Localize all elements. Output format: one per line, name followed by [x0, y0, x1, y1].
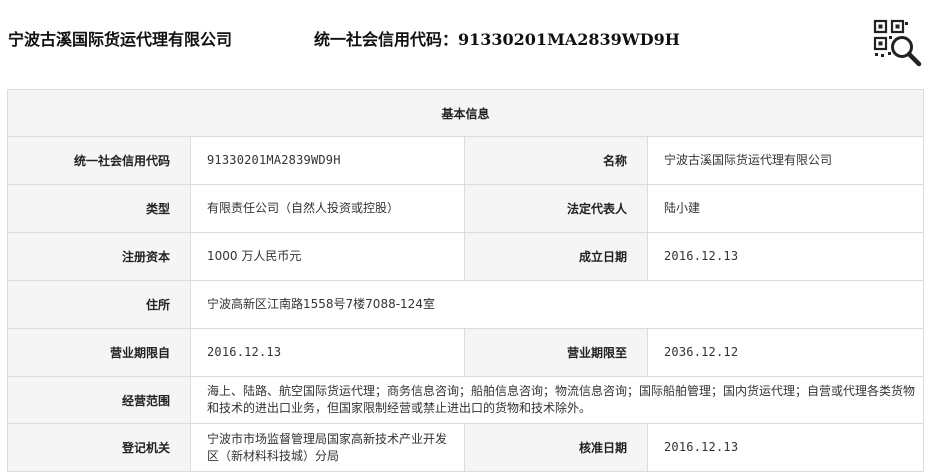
- label-legal-rep: 法定代表人: [464, 184, 648, 233]
- value-name: 宁波古溪国际货运代理有限公司: [646, 136, 925, 185]
- table-title: 基本信息: [6, 89, 925, 137]
- label-term-to: 营业期限至: [464, 328, 648, 377]
- company-name: 宁波古溪国际货运代理有限公司: [8, 30, 233, 49]
- value-established-date: 2016.12.13: [646, 232, 925, 281]
- label-term-from: 营业期限自: [7, 328, 191, 377]
- label-name: 名称: [464, 136, 648, 185]
- value-credit-code: 91330201MA2839WD9H: [190, 136, 465, 185]
- label-business-scope: 经营范围: [7, 376, 191, 424]
- basic-info-table: 基本信息 统一社会信用代码 91330201MA2839WD9H 名称 宁波古溪…: [6, 89, 925, 472]
- value-registration-authority: 宁波市市场监督管理局国家高新技术产业开发区（新材料科技城）分局: [190, 423, 465, 472]
- credit-code-heading: 统一社会信用代码：91330201MA2839WD9H: [314, 30, 680, 49]
- table-row: 类型 有限责任公司（自然人投资或控股） 法定代表人 陆小建: [7, 184, 925, 233]
- label-registered-capital: 注册资本: [7, 232, 191, 281]
- value-type: 有限责任公司（自然人投资或控股）: [190, 184, 465, 233]
- value-address: 宁波高新区江南路1558号7楼7088-124室: [189, 280, 925, 329]
- value-approval-date: 2016.12.13: [646, 423, 925, 472]
- table-row: 营业期限自 2016.12.13 营业期限至 2036.12.12: [7, 328, 925, 377]
- value-legal-rep: 陆小建: [646, 184, 925, 233]
- label-registration-authority: 登记机关: [7, 423, 191, 472]
- value-registered-capital: 1000 万人民币元: [190, 232, 465, 281]
- qr-search-icon[interactable]: [872, 18, 924, 68]
- table-row: 经营范围 海上、陆路、航空国际货运代理；商务信息咨询；船舶信息咨询；物流信息咨询…: [7, 376, 925, 424]
- label-approval-date: 核准日期: [464, 423, 648, 472]
- table-row: 注册资本 1000 万人民币元 成立日期 2016.12.13: [7, 232, 925, 281]
- label-address: 住所: [7, 280, 191, 329]
- value-business-scope: 海上、陆路、航空国际货运代理；商务信息咨询；船舶信息咨询；物流信息咨询；国际船舶…: [189, 376, 925, 424]
- header: 宁波古溪国际货运代理有限公司 统一社会信用代码：91330201MA2839WD…: [0, 0, 930, 75]
- table-row: 住所 宁波高新区江南路1558号7楼7088-124室: [7, 280, 925, 329]
- table-row: 登记机关 宁波市市场监督管理局国家高新技术产业开发区（新材料科技城）分局 核准日…: [7, 423, 925, 472]
- label-established-date: 成立日期: [464, 232, 648, 281]
- value-term-to: 2036.12.12: [646, 328, 925, 377]
- label-credit-code: 统一社会信用代码: [7, 136, 191, 185]
- value-term-from: 2016.12.13: [190, 328, 465, 377]
- table-row: 统一社会信用代码 91330201MA2839WD9H 名称 宁波古溪国际货运代…: [7, 136, 925, 185]
- label-type: 类型: [7, 184, 191, 233]
